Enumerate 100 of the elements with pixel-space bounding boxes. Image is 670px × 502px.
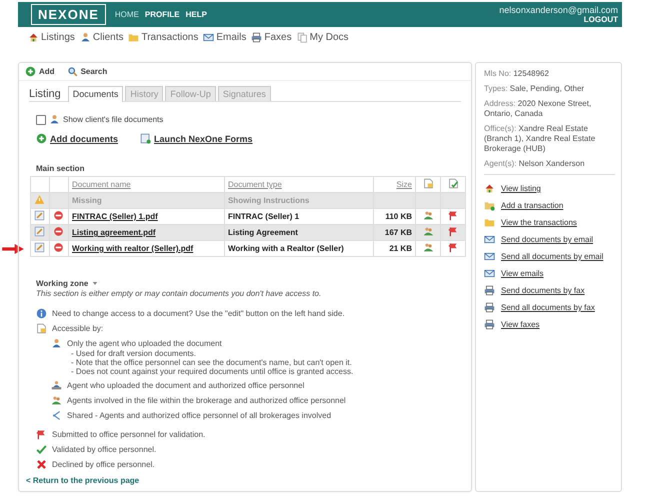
table-cell: Showing Instructions — [228, 196, 310, 205]
toolbar-link[interactable]: Transactions — [128, 32, 198, 43]
person-icon — [80, 32, 91, 43]
remove-icon[interactable] — [53, 226, 64, 237]
legend-text: Declined by office personnel. — [52, 460, 155, 469]
caret-icon[interactable] — [92, 281, 98, 286]
toolbar-link[interactable]: Emails — [203, 32, 246, 43]
documents-icon — [296, 32, 308, 43]
form-icon — [140, 133, 152, 144]
legend-text: Validated by office personnel. — [52, 445, 156, 454]
info-field: Office(s): Xandre Real Estate (Branch 1), Xandre Real Estate Brokerage (HUB) — [484, 124, 615, 154]
check-icon — [36, 444, 47, 455]
checkbox[interactable] — [36, 114, 46, 124]
legend-text: Agent who uploaded the document and authorized office personnel — [67, 381, 304, 390]
share-icon — [51, 410, 62, 421]
flag-icon — [36, 429, 47, 440]
document-check-icon — [448, 178, 458, 189]
info-field: Agent(s): Nelson Xanderson — [484, 159, 615, 169]
legend-text: Need to change access to a document? Use the "edit" button on the left hand side. — [52, 309, 345, 318]
printer-icon — [484, 319, 495, 330]
printer-icon — [251, 32, 262, 43]
envelope-icon — [484, 251, 495, 262]
side-link[interactable]: View the transactions — [501, 218, 577, 227]
side-link[interactable]: Add a transaction — [501, 201, 564, 210]
legend-detail: - Used for draft version documents. — [70, 349, 197, 358]
nav-link[interactable]: PROFILE — [144, 10, 180, 19]
envelope-icon — [203, 32, 214, 43]
folder-plus-icon — [484, 200, 495, 211]
pointer-arrow — [2, 244, 24, 254]
cross-icon — [36, 459, 47, 470]
checkbox-label: Show client's file documents — [63, 115, 164, 124]
logo[interactable]: NEXONE — [31, 4, 106, 25]
table-cell: 167 KB — [384, 228, 412, 237]
house-icon — [484, 183, 495, 194]
side-link[interactable]: Send documents by fax — [501, 286, 585, 295]
toolbar-link[interactable]: Faxes — [251, 32, 292, 43]
person-icon — [51, 338, 62, 349]
person-desk-icon — [51, 380, 62, 391]
edit-icon[interactable] — [34, 242, 45, 253]
flag-icon — [448, 226, 458, 237]
people-icon — [422, 242, 434, 253]
people-icon — [51, 395, 62, 406]
side-link[interactable]: Send documents by email — [501, 235, 594, 244]
remove-icon[interactable] — [53, 210, 64, 221]
document-link[interactable]: Add documents — [50, 134, 118, 144]
people-icon — [422, 226, 434, 237]
return-link[interactable]: < Return to the previous page — [19, 476, 471, 491]
table-cell: Missing — [72, 196, 102, 205]
printer-icon — [484, 285, 495, 296]
remove-icon[interactable] — [53, 242, 64, 253]
warning-icon — [34, 194, 45, 205]
side-link[interactable]: Send all documents by email — [501, 252, 604, 261]
toolbar-link[interactable]: Listings — [28, 32, 75, 43]
folder-icon — [128, 32, 140, 43]
tab[interactable]: Documents — [68, 86, 124, 102]
flag-icon — [448, 242, 458, 253]
document-icon — [422, 178, 434, 189]
listing-title: Listing — [29, 88, 61, 101]
side-link[interactable]: View faxes — [501, 320, 540, 329]
legend-text: Submitted to office personnel for validation. — [52, 430, 206, 439]
legend-text: Only the agent who uploaded the document — [67, 339, 222, 348]
flag-icon — [448, 210, 458, 221]
legend-detail: - Note that the office personnel can see the document's name, but can't open it. — [70, 358, 353, 367]
people-icon — [422, 210, 434, 221]
table-cell: Working with a Realtor (Seller) — [228, 244, 344, 253]
house-icon — [28, 32, 39, 43]
table-cell: Listing Agreement — [228, 228, 298, 237]
legend-detail: - Does not count against your required documents until office is granted access. — [70, 367, 354, 376]
section-title: Main section — [36, 164, 86, 173]
nav-link[interactable]: HELP — [186, 10, 207, 19]
nav-link[interactable]: HOME — [114, 10, 139, 19]
table-cell: FINTRAC (Seller) 1 — [228, 212, 300, 221]
person-icon — [49, 114, 60, 125]
document-link[interactable]: Launch NexOne Forms — [154, 134, 253, 144]
toolbar-link[interactable]: My Docs — [296, 32, 349, 43]
table-cell: 110 KB — [385, 212, 412, 221]
action-link[interactable]: Add — [25, 66, 55, 77]
action-link[interactable]: Search — [66, 66, 108, 77]
envelope-icon — [484, 268, 495, 279]
logout-link[interactable]: LOGOUT — [584, 14, 618, 24]
info-field: Types: Sale, Pending, Other — [484, 84, 615, 94]
edit-icon[interactable] — [34, 226, 45, 237]
side-link[interactable]: View emails — [501, 269, 544, 278]
toolbar-link[interactable]: Clients — [80, 32, 124, 43]
side-link[interactable]: Send all documents by fax — [501, 303, 595, 312]
printer-icon — [484, 302, 495, 313]
info-field: Mls No: 12548962 — [484, 69, 615, 79]
user-email: nelsonxanderson@gmail.com — [499, 4, 618, 14]
magnifier-icon — [66, 66, 78, 77]
info-field: Address: 2020 Nexone Street, Ontario, Canada — [484, 99, 615, 119]
table-cell: 21 KB — [389, 244, 412, 253]
plus-icon — [25, 66, 36, 77]
document-icon — [36, 323, 47, 334]
edit-icon[interactable] — [34, 210, 45, 221]
folder-icon — [484, 217, 495, 228]
side-link[interactable]: View listing — [501, 184, 541, 193]
legend-text: Agents involved in the file within the brokerage and authorized office personnel — [67, 396, 346, 405]
info-icon — [36, 308, 47, 319]
plus-icon — [36, 133, 47, 144]
legend-text: Shared - Agents and authorized office personnel of all brokerages involved — [67, 411, 332, 420]
